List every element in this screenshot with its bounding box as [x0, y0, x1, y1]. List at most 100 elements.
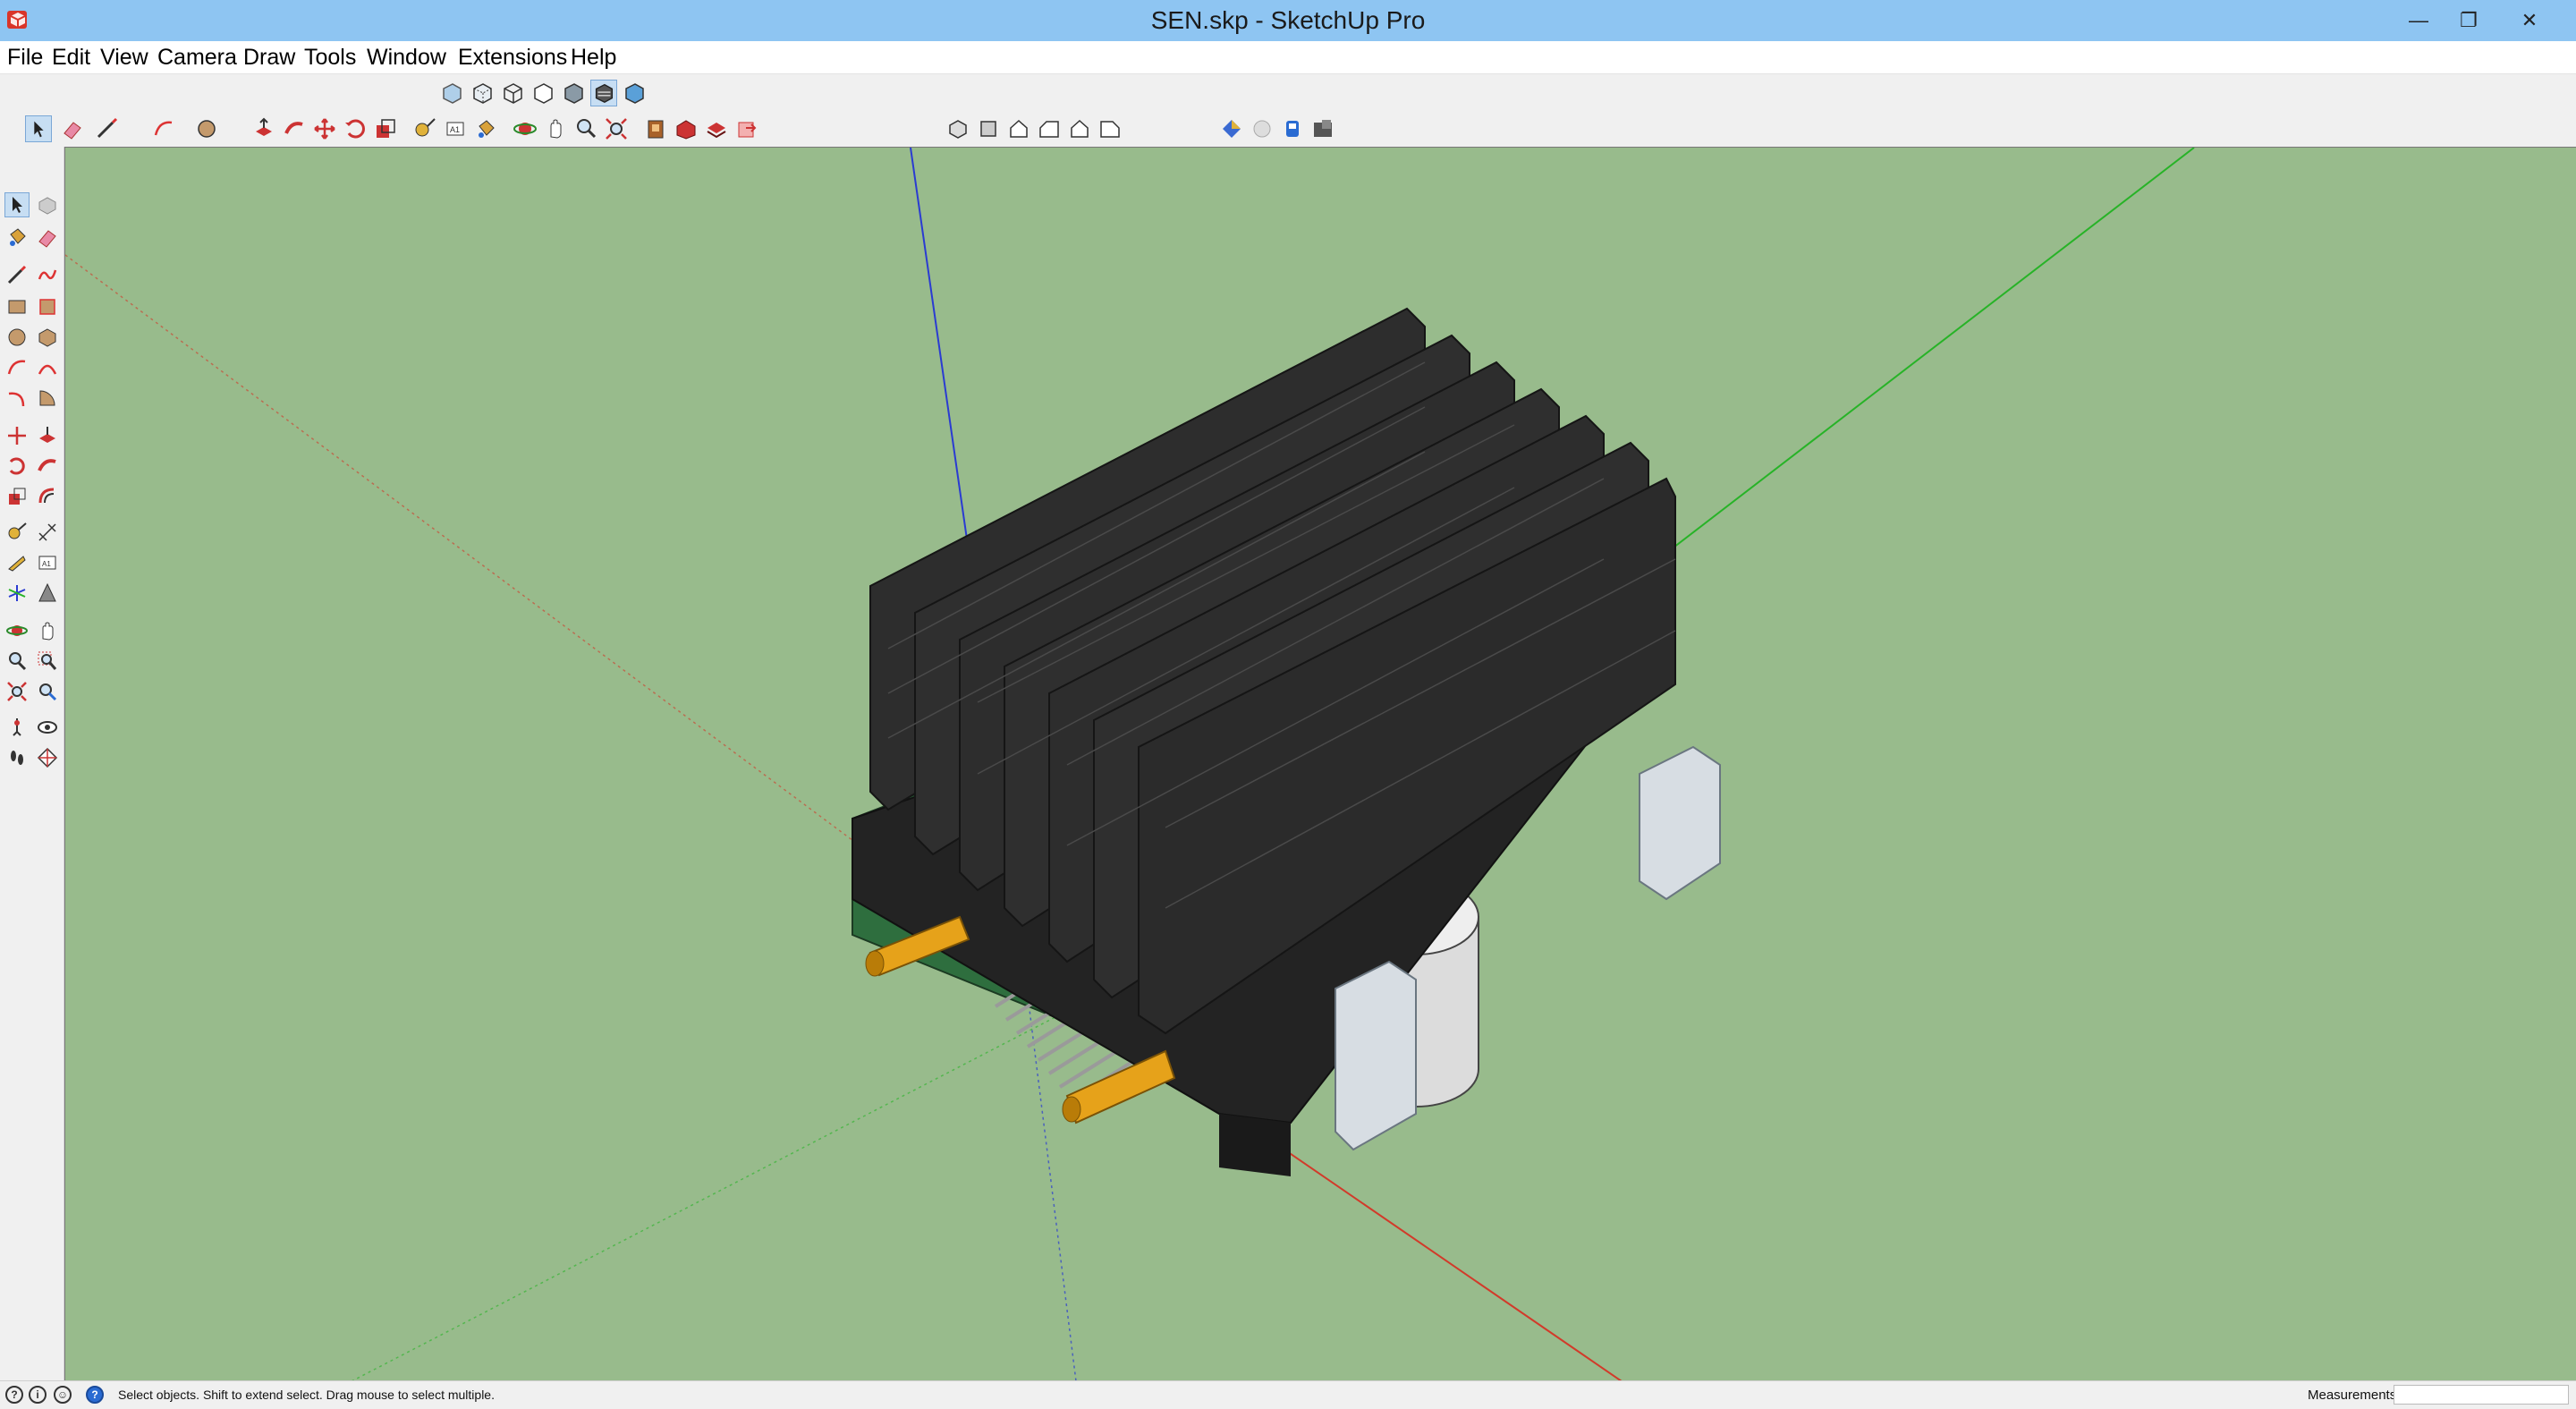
standoff-left-end — [865, 950, 885, 977]
warehouse-icon[interactable] — [642, 115, 669, 142]
views-toolbar — [943, 111, 1131, 147]
heatsink-base-side — [1219, 1114, 1291, 1176]
push-pull-icon[interactable] — [36, 424, 59, 447]
clip-back — [1639, 745, 1721, 901]
left-view-icon[interactable] — [1097, 115, 1123, 142]
menu-draw[interactable]: Draw — [243, 41, 295, 73]
menu-window[interactable]: Window — [367, 41, 446, 73]
zoom-window-icon[interactable] — [36, 649, 59, 673]
solid-tools-icon[interactable] — [1279, 115, 1306, 142]
sandbox-icon[interactable] — [1218, 115, 1245, 142]
rotated-rectangle-icon[interactable] — [36, 295, 59, 318]
text-icon[interactable]: A1 — [442, 115, 469, 142]
back-view-icon[interactable] — [1066, 115, 1093, 142]
instructor-help-icon[interactable]: ? — [86, 1386, 104, 1404]
geo-location-icon[interactable] — [1249, 115, 1275, 142]
section-plane-icon[interactable] — [36, 746, 59, 769]
paint-bucket-icon[interactable] — [472, 115, 499, 142]
close-button[interactable]: ✕ — [2501, 0, 2558, 41]
zoom-extents-icon[interactable] — [5, 680, 29, 703]
top-view-icon[interactable] — [975, 115, 1002, 142]
menu-extensions[interactable]: Extensions — [458, 41, 567, 73]
left-toolbar: A1 — [0, 147, 64, 1380]
component-icon[interactable] — [36, 193, 59, 216]
select-icon[interactable] — [4, 192, 30, 217]
sensor-model[interactable] — [852, 307, 1721, 1176]
menu-camera[interactable]: Camera — [157, 41, 237, 73]
circle-icon[interactable] — [193, 115, 220, 142]
tape-measure-icon[interactable] — [411, 115, 438, 142]
look-around-icon[interactable] — [36, 716, 59, 739]
geo-location-status-icon[interactable]: ? — [5, 1386, 23, 1404]
scale-icon[interactable] — [5, 485, 29, 508]
zoom-icon[interactable] — [5, 649, 29, 673]
scale-icon[interactable] — [372, 115, 399, 142]
3d-text-icon[interactable] — [36, 581, 59, 605]
xray-icon[interactable] — [438, 80, 465, 106]
restore-button[interactable]: ❐ — [2440, 0, 2497, 41]
rectangle-icon[interactable] — [5, 295, 29, 318]
select-icon[interactable] — [25, 115, 52, 142]
line-icon[interactable] — [93, 115, 120, 142]
tape-measure-icon[interactable] — [5, 521, 29, 544]
pan-icon[interactable] — [542, 115, 569, 142]
arc-icon[interactable] — [150, 115, 177, 142]
dynamic-components-icon[interactable] — [1309, 115, 1336, 142]
position-camera-icon[interactable] — [5, 716, 29, 739]
dimension-icon[interactable] — [36, 521, 59, 544]
two-point-arc-icon[interactable] — [36, 356, 59, 379]
front-view-icon[interactable] — [1005, 115, 1032, 142]
rotate-icon[interactable] — [5, 454, 29, 478]
wireframe-icon[interactable] — [499, 80, 526, 106]
line-icon[interactable] — [5, 263, 29, 286]
monochrome-icon[interactable] — [621, 80, 648, 106]
menu-help[interactable]: Help — [571, 41, 616, 73]
pan-icon[interactable] — [36, 619, 59, 642]
pie-icon[interactable] — [36, 386, 59, 410]
right-view-icon[interactable] — [1036, 115, 1063, 142]
follow-me-icon[interactable] — [281, 115, 308, 142]
credits-status-icon[interactable]: i — [29, 1386, 47, 1404]
eraser-icon[interactable] — [36, 225, 59, 249]
paint-bucket-icon[interactable] — [5, 225, 29, 249]
back-edges-icon[interactable] — [469, 80, 496, 106]
text-icon[interactable]: A1 — [36, 551, 59, 574]
offset-icon[interactable] — [36, 485, 59, 508]
move-icon[interactable] — [5, 424, 29, 447]
rotate-icon[interactable] — [342, 115, 369, 142]
send-to-layout-icon[interactable] — [733, 115, 760, 142]
move-icon[interactable] — [311, 115, 338, 142]
zoom-extents-icon[interactable] — [603, 115, 630, 142]
minimize-button[interactable]: — — [2390, 0, 2447, 41]
eraser-icon[interactable] — [59, 115, 86, 142]
shaded-icon[interactable] — [560, 80, 587, 106]
arc-icon[interactable] — [5, 356, 29, 379]
layout-icon[interactable] — [703, 115, 730, 142]
follow-me-icon[interactable] — [36, 454, 59, 478]
menu-edit[interactable]: Edit — [52, 41, 90, 73]
model-canvas[interactable] — [65, 148, 2576, 1380]
measurements-input[interactable] — [2394, 1385, 2569, 1405]
hidden-line-icon[interactable] — [530, 80, 556, 106]
axes-icon[interactable] — [5, 581, 29, 605]
three-point-arc-icon[interactable] — [5, 386, 29, 410]
protractor-icon[interactable] — [5, 551, 29, 574]
push-pull-icon[interactable] — [250, 115, 277, 142]
extension-warehouse-icon[interactable] — [673, 115, 699, 142]
circle-icon[interactable] — [5, 326, 29, 349]
freehand-icon[interactable] — [36, 263, 59, 286]
iso-view-icon[interactable] — [945, 115, 971, 142]
menu-view[interactable]: View — [100, 41, 148, 73]
menu-tools[interactable]: Tools — [304, 41, 356, 73]
zoom-icon[interactable] — [572, 115, 599, 142]
menu-file[interactable]: File — [7, 41, 43, 73]
status-bar: ? i ☺ ? Select objects. Shift to extend … — [0, 1380, 2576, 1408]
shaded-textures-icon[interactable] — [590, 80, 617, 106]
polygon-icon[interactable] — [36, 326, 59, 349]
previous-view-icon[interactable] — [36, 680, 59, 703]
user-status-icon[interactable]: ☺ — [54, 1386, 72, 1404]
orbit-icon[interactable] — [512, 115, 538, 142]
orbit-icon[interactable] — [5, 619, 29, 642]
model-viewport[interactable] — [64, 147, 2576, 1380]
walk-icon[interactable] — [5, 746, 29, 769]
